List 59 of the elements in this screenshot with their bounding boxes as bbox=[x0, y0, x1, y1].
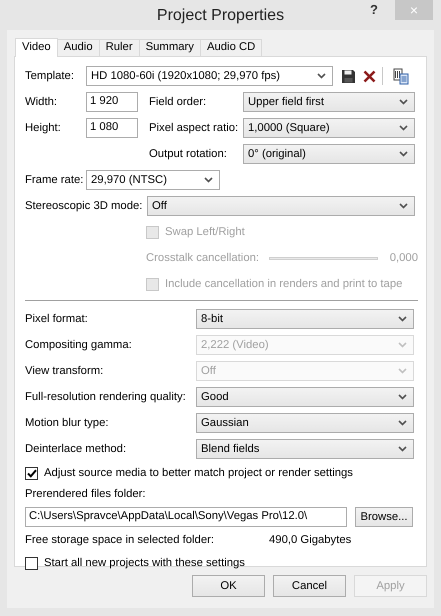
chevron-icon[interactable] bbox=[317, 73, 326, 79]
slider-track[interactable] bbox=[269, 256, 378, 260]
chevron-icon[interactable] bbox=[398, 394, 407, 400]
chevron-icon[interactable] bbox=[204, 177, 213, 183]
checkbox-label: Include cancellation in renders and print to tape bbox=[165, 278, 402, 290]
dropdown[interactable]: Upper field first bbox=[243, 92, 415, 112]
save-icon[interactable] bbox=[341, 68, 356, 84]
field-label: Compositing gamma: bbox=[25, 339, 133, 351]
dialog-button[interactable]: OK bbox=[192, 575, 265, 597]
field-label: Field order: bbox=[149, 96, 208, 108]
dropdown[interactable]: 29,970 (NTSC) bbox=[86, 170, 220, 190]
checkbox[interactable] bbox=[25, 466, 38, 480]
dropdown[interactable]: 8-bit bbox=[196, 309, 414, 329]
field-label: Free storage space in selected folder: bbox=[25, 534, 216, 546]
help-button[interactable]: ? bbox=[370, 2, 378, 17]
field-label: Height: bbox=[25, 122, 62, 134]
field-label: Output rotation: bbox=[149, 148, 228, 160]
slider-reading: 0,000 bbox=[390, 252, 418, 264]
chevron-icon[interactable] bbox=[398, 420, 407, 426]
dropdown[interactable]: Good bbox=[196, 387, 414, 407]
copy-icon[interactable] bbox=[393, 68, 409, 84]
width-field[interactable]: 1 920 bbox=[86, 92, 138, 112]
field-label: Motion blur type: bbox=[25, 417, 110, 429]
chevron-icon[interactable] bbox=[399, 151, 408, 157]
field-label: Deinterlace method: bbox=[25, 443, 128, 455]
field-label: Width: bbox=[25, 96, 58, 108]
browse-button[interactable]: Browse... bbox=[355, 507, 413, 527]
checkbox-label: Swap Left/Right bbox=[165, 226, 245, 238]
dialog-button[interactable]: Cancel bbox=[273, 575, 346, 597]
dropdown[interactable]: 0° (original) bbox=[243, 144, 415, 164]
field-label: Prerendered files folder: bbox=[25, 488, 147, 500]
field-label: Pixel aspect ratio: bbox=[149, 122, 240, 134]
folder-path-field[interactable]: C:\Users\Spravce\AppData\Local\Sony\Vegas Pro\12.0\ bbox=[25, 507, 347, 527]
chevron-icon[interactable] bbox=[399, 125, 408, 131]
storage-value: 490,0 Gigabytes bbox=[269, 534, 352, 546]
checkbox[interactable] bbox=[25, 556, 38, 570]
field-label: View transform: bbox=[25, 365, 104, 377]
dropdown[interactable]: Off bbox=[147, 196, 415, 216]
dropdown[interactable]: Blend fields bbox=[196, 439, 414, 459]
dropdown[interactable]: 1,0000 (Square) bbox=[243, 118, 415, 138]
tab[interactable]: Audio CD bbox=[200, 39, 262, 56]
field-label: Pixel format: bbox=[25, 313, 89, 325]
window-title: Project Properties bbox=[156, 6, 284, 25]
chevron-icon[interactable] bbox=[398, 446, 407, 452]
field-label: Stereoscopic 3D mode: bbox=[25, 200, 144, 212]
field-label: Template: bbox=[25, 70, 75, 82]
chevron-icon[interactable] bbox=[399, 203, 408, 209]
tab[interactable]: Video bbox=[15, 38, 58, 57]
chevron-icon[interactable] bbox=[398, 316, 407, 322]
field-label: Frame rate: bbox=[25, 174, 84, 186]
height-field[interactable]: 1 080 bbox=[86, 118, 138, 138]
slider-label: Crosstalk cancellation: bbox=[146, 252, 260, 264]
delete-icon[interactable] bbox=[363, 70, 376, 82]
checkbox-label: Start all new projects with these settings bbox=[44, 557, 245, 569]
dropdown[interactable]: Gaussian bbox=[196, 413, 414, 433]
checkbox-label: Adjust source media to better match project or render settings bbox=[44, 467, 353, 479]
chevron-icon[interactable] bbox=[399, 99, 408, 105]
field-label: Full-resolution rendering quality: bbox=[25, 391, 187, 403]
dropdown[interactable]: HD 1080-60i (1920x1080; 29,970 fps) bbox=[86, 66, 333, 86]
